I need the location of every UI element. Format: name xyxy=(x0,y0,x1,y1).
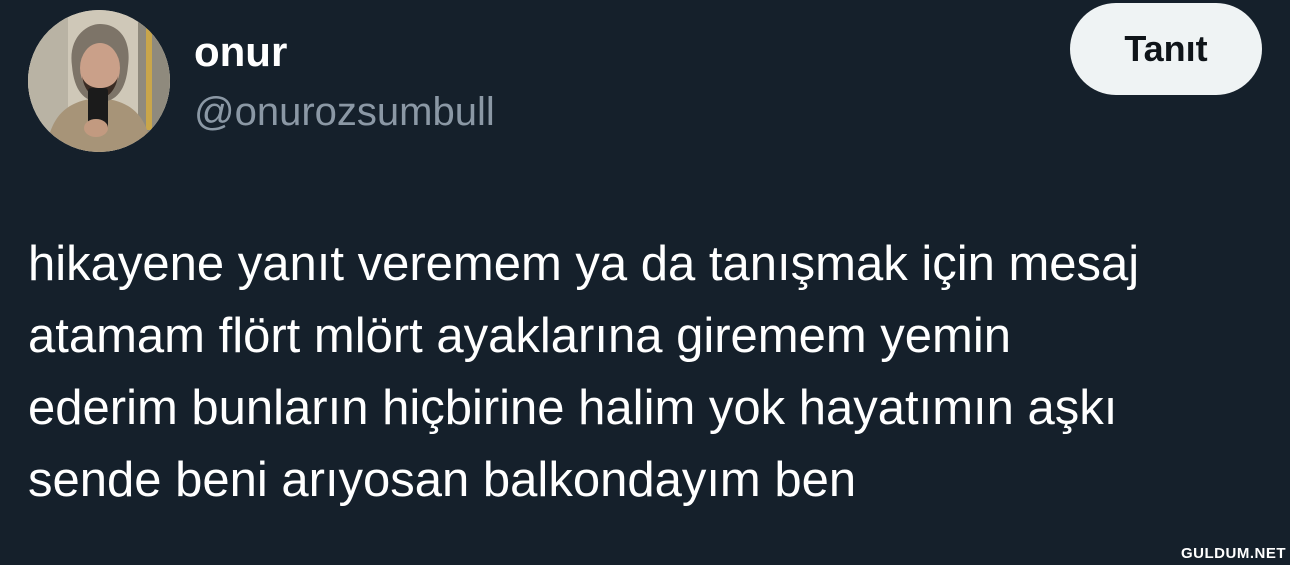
watermark: GULDUM.NET xyxy=(1181,545,1286,562)
tweet-text: hikayene yanıt veremem ya da tanışmak iç… xyxy=(28,237,1140,507)
follow-button[interactable]: Tanıt xyxy=(1070,3,1262,95)
author-names: onur @onurozsumbull xyxy=(194,26,495,136)
tweet-header: onur @onurozsumbull Tanıt xyxy=(28,3,1262,152)
author-handle[interactable]: @onurozsumbull xyxy=(194,88,495,136)
author-avatar[interactable] xyxy=(28,10,170,152)
avatar-photo-icon xyxy=(28,10,170,152)
author-display-name[interactable]: onur xyxy=(194,26,495,78)
